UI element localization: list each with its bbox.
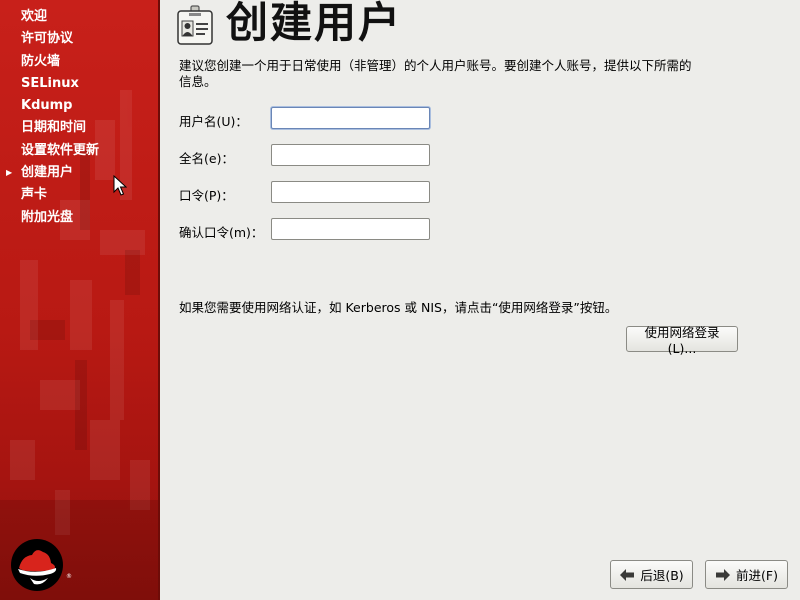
confirm-password-label: 确认口令(m)： bbox=[179, 225, 264, 240]
svg-text:®: ® bbox=[66, 573, 72, 580]
sidebar-item-firewall[interactable]: 防火墙 bbox=[0, 51, 158, 73]
sidebar-item-license[interactable]: 许可协议 bbox=[0, 28, 158, 50]
password-input[interactable] bbox=[271, 181, 430, 203]
redhat-logo: ® bbox=[11, 539, 72, 591]
arrow-right-icon bbox=[716, 568, 731, 581]
sidebar-item-sound-card[interactable]: 声卡 bbox=[0, 184, 158, 206]
sidebar-item-additional-cd[interactable]: 附加光盘 bbox=[0, 207, 158, 229]
sidebar-divider bbox=[158, 0, 160, 600]
arrow-left-icon bbox=[620, 568, 635, 581]
sidebar: 欢迎 许可协议 防火墙 SELinux Kdump 日期和时间 设置软件更新 ▶… bbox=[0, 0, 158, 600]
sidebar-item-label: SELinux bbox=[21, 75, 79, 91]
sidebar-item-label: 防火墙 bbox=[21, 53, 61, 69]
fullname-label: 全名(e)： bbox=[179, 151, 234, 166]
sidebar-nav: 欢迎 许可协议 防火墙 SELinux Kdump 日期和时间 设置软件更新 ▶… bbox=[0, 6, 158, 229]
sidebar-item-label: 声卡 bbox=[21, 187, 48, 203]
sidebar-item-label: 日期和时间 bbox=[21, 120, 87, 136]
sidebar-item-selinux[interactable]: SELinux bbox=[0, 73, 158, 95]
username-input[interactable] bbox=[271, 107, 430, 129]
sidebar-item-kdump[interactable]: Kdump bbox=[0, 95, 158, 117]
sidebar-item-label: 附加光盘 bbox=[21, 209, 74, 225]
current-step-arrow-icon: ▶ bbox=[6, 168, 13, 178]
network-login-button[interactable]: 使用网络登录(L)... bbox=[626, 325, 738, 356]
sidebar-item-label: 设置软件更新 bbox=[21, 142, 100, 158]
sidebar-item-create-user[interactable]: ▶ 创建用户 bbox=[0, 162, 158, 184]
next-label: 前进(F) bbox=[736, 568, 778, 583]
sidebar-item-label: Kdump bbox=[21, 98, 73, 114]
password-label: 口令(P)： bbox=[179, 188, 234, 203]
back-label: 后退(B) bbox=[640, 568, 684, 583]
fullname-input[interactable] bbox=[271, 144, 430, 166]
sidebar-item-label: 欢迎 bbox=[21, 9, 48, 24]
mouse-cursor-icon bbox=[113, 175, 127, 196]
sidebar-item-label: 许可协议 bbox=[21, 31, 74, 47]
intro-text: 建议您创建一个用于日常使用（非管理）的个人用户账号。要创建个人账号，提供以下所需… bbox=[179, 58, 692, 89]
sidebar-item-software-updates[interactable]: 设置软件更新 bbox=[0, 140, 158, 162]
back-button[interactable]: 后退(B) bbox=[610, 560, 693, 589]
network-login-label: 使用网络登录(L)... bbox=[644, 325, 720, 356]
sidebar-item-datetime[interactable]: 日期和时间 bbox=[0, 117, 158, 139]
page-title: 创建用户 bbox=[226, 0, 403, 47]
user-card-icon bbox=[177, 5, 213, 45]
sidebar-item-welcome[interactable]: 欢迎 bbox=[0, 6, 158, 28]
username-label: 用户名(U)： bbox=[179, 114, 248, 129]
network-auth-note: 如果您需要使用网络认证，如 Kerberos 或 NIS，请点击“使用网络登录”… bbox=[179, 300, 618, 315]
next-button[interactable]: 前进(F) bbox=[705, 560, 788, 589]
sidebar-item-label: 创建用户 bbox=[21, 165, 74, 181]
confirm-password-input[interactable] bbox=[271, 218, 430, 240]
